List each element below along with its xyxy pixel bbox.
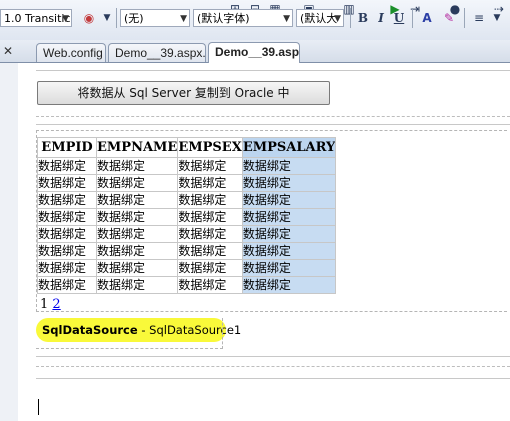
gridview[interactable]: EMPID EMPNAME EMPSEX EMPSALARY 数据绑定 数据绑定… [37,137,337,294]
divider-line [36,356,510,357]
font-size-select[interactable]: (默认大 ▼ [296,9,344,27]
tab-label: Web.config [43,46,103,60]
tab-demo-aspx-cs[interactable]: Demo__39.aspx.cs [108,43,206,62]
cell-empname: 数据绑定 [95,157,179,175]
pager-page-2-link[interactable]: 2 [52,297,60,312]
cell-empsalary: 数据绑定 [241,157,337,175]
gridview-table: EMPID EMPNAME EMPSEX EMPSALARY 数据绑定 数据绑定… [37,137,337,294]
cell-empsex: 数据绑定 [177,225,243,243]
style-value: (无) [124,12,144,25]
table-row: 数据绑定 数据绑定 数据绑定 数据绑定 [37,208,337,226]
cell-empsex: 数据绑定 [177,208,243,226]
chevron-down-icon: ▼ [283,14,290,24]
cell-empid: 数据绑定 [37,242,97,260]
bold-button[interactable]: B [354,9,372,27]
highlight-color-icon[interactable]: ✎ [440,9,458,27]
table-row: 数据绑定 数据绑定 数据绑定 数据绑定 [37,174,337,192]
cell-empsalary: 数据绑定 [241,259,337,277]
font-size-value: (默认大 [300,12,338,25]
cell-empname: 数据绑定 [95,225,179,243]
table-row: 数据绑定 数据绑定 数据绑定 数据绑定 [37,225,337,243]
chevron-down-icon[interactable]: ▼ [488,9,506,27]
column-header-empid[interactable]: EMPID [37,137,97,158]
document-tab-strip: Web.config Demo__39.aspx.cs Demo__39.asp… [0,40,510,63]
divider-line [36,124,510,125]
chevron-down-icon[interactable]: ▼ [98,9,116,27]
table-row: 数据绑定 数据绑定 数据绑定 数据绑定 [37,276,337,294]
divider-line [36,116,510,117]
toolbar-separator [412,8,413,28]
cell-empname: 数据绑定 [95,191,179,209]
tab-demo-aspx[interactable]: Demo__39.aspx [208,42,300,63]
cell-empid: 数据绑定 [37,225,97,243]
header-row: EMPID EMPNAME EMPSEX EMPSALARY [37,137,337,158]
cell-empsex: 数据绑定 [177,259,243,277]
cell-empname: 数据绑定 [95,242,179,260]
datasource-outline [36,318,223,349]
font-select[interactable]: (默认字体) ▼ [193,9,293,27]
toolbar-separator [464,8,465,28]
style-select[interactable]: (无) ▼ [120,9,190,27]
copy-to-oracle-button[interactable]: 将数据从 Sql Server 复制到 Oracle 中 [37,81,330,105]
cell-empid: 数据绑定 [37,259,97,277]
cell-empname: 数据绑定 [95,174,179,192]
italic-button[interactable]: I [372,9,390,27]
cell-empsalary: 数据绑定 [241,276,337,294]
column-header-empname[interactable]: EMPNAME [95,137,179,158]
pager-current-page: 1 [40,297,49,312]
doctype-select[interactable]: 1.0 Transitic ▼ [0,9,72,27]
column-header-empsalary[interactable]: EMPSALARY [241,137,337,158]
divider-line [36,366,510,367]
toolbar-separator [116,8,117,28]
formatting-toolbar: ⊞ ⊟ ▦ ▣ ▥ ▶ ⇥ ● ⇢ 1.0 Transitic▼ ◉ ▼ (无)… [0,0,510,41]
cell-empname: 数据绑定 [95,276,179,294]
chevron-down-icon: ▼ [62,14,69,24]
cell-empid: 数据绑定 [37,276,97,294]
font-value: (默认字体) [197,12,250,25]
cell-empsex: 数据绑定 [177,191,243,209]
cell-empsalary: 数据绑定 [241,225,337,243]
cell-empid: 数据绑定 [37,157,97,175]
gridview-pager: 1 2 [40,297,61,312]
divider-line [36,378,510,379]
left-gutter [0,63,19,421]
cell-empsalary: 数据绑定 [241,208,337,226]
cell-empid: 数据绑定 [37,191,97,209]
cell-empsex: 数据绑定 [177,157,243,175]
tab-web-config[interactable]: Web.config [36,43,106,62]
doctype-value: 1.0 Transitic [4,12,71,25]
table-row: 数据绑定 数据绑定 数据绑定 数据绑定 [37,259,337,277]
tab-label: Demo__39.aspx.cs [115,46,206,60]
target-schema-icon[interactable]: ◉ [80,9,98,27]
underline-button[interactable]: U [390,9,408,27]
cell-empsex: 数据绑定 [177,174,243,192]
text-cursor [38,399,39,415]
cell-empsalary: 数据绑定 [241,174,337,192]
table-row: 数据绑定 数据绑定 数据绑定 数据绑定 [37,191,337,209]
cell-empsex: 数据绑定 [177,242,243,260]
cell-empsex: 数据绑定 [177,276,243,294]
chevron-down-icon: ▼ [180,14,187,24]
cell-empid: 数据绑定 [37,208,97,226]
cell-empsalary: 数据绑定 [241,242,337,260]
font-color-icon[interactable]: A [418,9,436,27]
table-row: 数据绑定 数据绑定 数据绑定 数据绑定 [37,157,337,175]
chevron-down-icon: ▼ [334,14,341,24]
table-row: 数据绑定 数据绑定 数据绑定 数据绑定 [37,242,337,260]
close-icon[interactable]: ✕ [3,44,13,58]
cell-empname: 数据绑定 [95,259,179,277]
cell-empsalary: 数据绑定 [241,191,337,209]
toolbar-separator [350,8,351,28]
tab-label: Demo__39.aspx [215,45,300,59]
cell-empid: 数据绑定 [37,174,97,192]
align-left-icon[interactable]: ≡ [470,9,488,27]
column-header-empsex[interactable]: EMPSEX [177,137,243,158]
cell-empname: 数据绑定 [95,208,179,226]
top-divider [36,70,510,71]
